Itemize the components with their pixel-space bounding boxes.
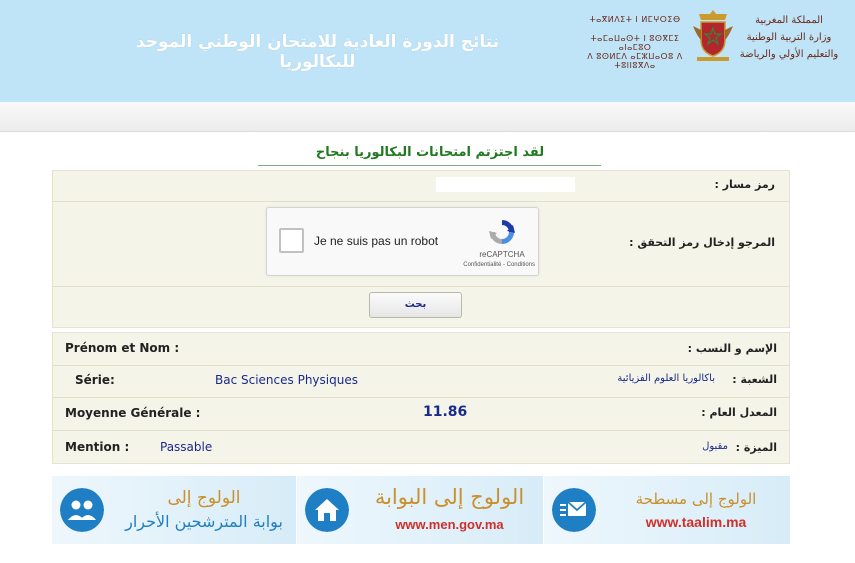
serie-label-fr: Série: bbox=[75, 373, 115, 387]
banner-free-candidates[interactable]: الولوج إلى بوابة المترشحين الأحرار bbox=[52, 476, 296, 544]
recaptcha-brand: reCAPTCHA bbox=[479, 250, 525, 259]
terms-link[interactable]: Conditions bbox=[507, 262, 535, 268]
recaptcha-label: Je ne suis pas un robot bbox=[314, 234, 439, 248]
banner-men-portal-url: www.men.gov.ma bbox=[395, 517, 504, 532]
users-icon bbox=[60, 488, 104, 532]
mention-value-ar: مقبول bbox=[702, 441, 728, 452]
ministry-name-tifinagh-1: ⵜⴰⴳⵍⴷⵉⵜ ⵏ ⵍⵎⵖⵔⵉⴱ bbox=[589, 15, 681, 24]
search-button[interactable]: بحث bbox=[369, 292, 462, 318]
name-label-ar: الإسم و النسب : bbox=[687, 342, 777, 355]
recaptcha-checkbox[interactable] bbox=[279, 228, 304, 253]
moyenne-value: 11.86 bbox=[423, 404, 468, 420]
serie-value-fr: Bac Sciences Physiques bbox=[215, 373, 358, 387]
mail-icon bbox=[552, 488, 596, 532]
ministry-name-tifinagh-2: ⵜⴰⵎⴰⵡⴰⵙⵜ ⵏ ⵓⵙⴳⵎⵉ ⴰⵏⴰⵎⵓⵔ bbox=[590, 34, 680, 52]
success-message: لقد اجتزتم امتحانات البكالوريا بنجاح bbox=[315, 145, 545, 160]
recaptcha-widget: Je ne suis pas un robot reCAPTCHA Confid… bbox=[266, 207, 539, 276]
form-divider bbox=[52, 201, 790, 202]
results-divider bbox=[52, 365, 790, 366]
ministry-name-arabic-3: والتعليم الأولي والرياضة bbox=[739, 49, 839, 60]
recaptcha-links: Confidentialité - Conditions bbox=[435, 262, 535, 268]
page: نتائج الدورة العادية للامتحان الوطني الم… bbox=[0, 0, 855, 563]
nav-bar bbox=[0, 102, 855, 132]
form-divider bbox=[52, 286, 790, 287]
results-divider bbox=[52, 397, 790, 398]
code-label: رمز مسار : bbox=[714, 178, 775, 191]
home-icon bbox=[305, 488, 349, 532]
captcha-label: المرجو إدخال رمز التحقق : bbox=[629, 236, 775, 249]
moyenne-label-ar: المعدل العام : bbox=[701, 406, 777, 419]
banner-free-candidates-line1: الولوج إلى bbox=[167, 488, 241, 508]
links-separator: - bbox=[502, 262, 505, 268]
page-title: نتائج الدورة العادية للامتحان الوطني الم… bbox=[135, 32, 500, 72]
banner-taalim-url: www.taalim.ma bbox=[645, 514, 747, 530]
serie-label-ar: الشعبة : bbox=[732, 373, 777, 386]
banner-men-portal-title: الولوج إلى البوابة bbox=[374, 485, 525, 509]
banner-taalim-title: الولوج إلى مسطحة bbox=[635, 490, 757, 508]
ministry-name-tifinagh-3: ⴷ ⵓⵙⵍⵎⴷ ⴰⵎⵣⵡⴰⵔⵓ ⴷ ⵜⵓⵏⵏⵓⴳⴷⴰ bbox=[587, 52, 683, 70]
banner-free-candidates-line2: بوابة المترشحين الأحرار bbox=[125, 512, 283, 531]
ministry-logo: ⵜⴰⴳⵍⴷⵉⵜ ⵏ ⵍⵎⵖⵔⵉⴱ ⵜⴰⵎⴰⵡⴰⵙⵜ ⵏ ⵓⵙⴳⵎⵉ ⴰⵏⴰⵎⵓⵔ… bbox=[580, 10, 845, 70]
coat-of-arms-icon bbox=[693, 10, 733, 61]
moyenne-label-fr: Moyenne Générale : bbox=[65, 406, 201, 420]
header: نتائج الدورة العادية للامتحان الوطني الم… bbox=[0, 0, 855, 102]
serie-value-ar: باكالوريا العلوم الفزيائية bbox=[617, 373, 715, 384]
recaptcha-icon bbox=[489, 220, 515, 244]
privacy-link[interactable]: Confidentialité bbox=[463, 262, 501, 268]
banner-taalim[interactable]: الولوج إلى مسطحة www.taalim.ma bbox=[544, 476, 790, 544]
mention-label-fr: Mention : bbox=[65, 440, 130, 454]
mention-value-fr: Passable bbox=[160, 440, 213, 454]
ministry-name-arabic-2: وزارة التربية الوطنية bbox=[746, 32, 832, 43]
mention-label-ar: الميزة : bbox=[735, 441, 777, 454]
success-underline bbox=[258, 165, 601, 166]
ministry-name-arabic-1: المملكة المغربية bbox=[755, 15, 823, 26]
results-divider bbox=[52, 430, 790, 431]
code-input[interactable] bbox=[436, 177, 575, 192]
name-label-fr: Prénom et Nom : bbox=[65, 341, 180, 355]
banner-men-portal[interactable]: الولوج إلى البوابة www.men.gov.ma bbox=[297, 476, 543, 544]
